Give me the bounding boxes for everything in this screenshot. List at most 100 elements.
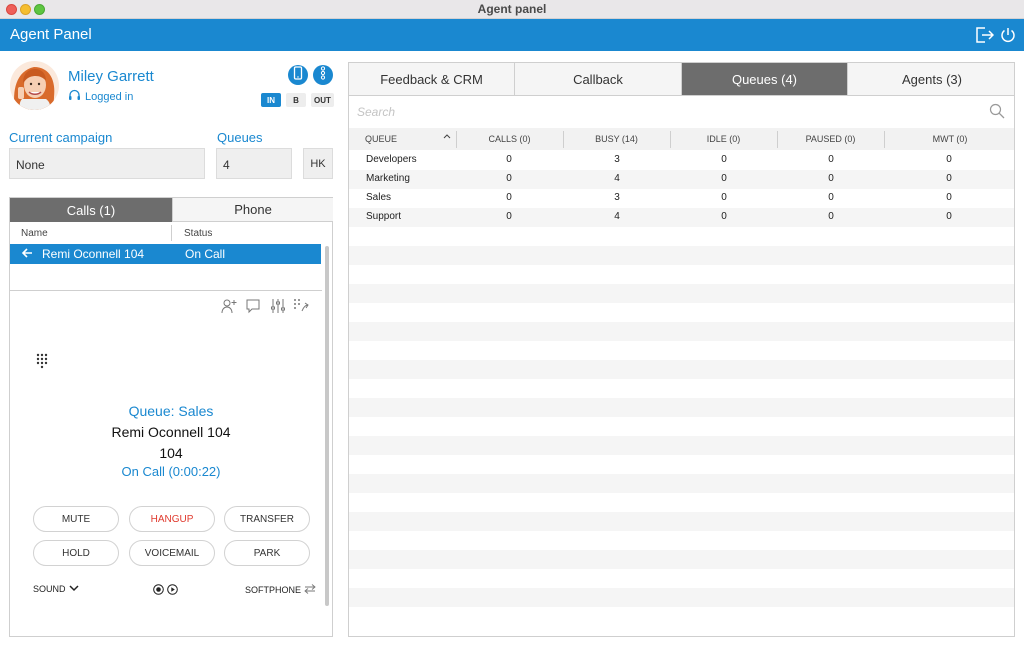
queue-name-cell: Developers bbox=[366, 154, 417, 165]
softphone-toggle[interactable]: SOFTPHONE bbox=[245, 584, 316, 596]
transfer-button[interactable]: TRANSFER bbox=[224, 506, 310, 532]
empty-table-row bbox=[349, 531, 1014, 550]
queue-value-cell: 3 bbox=[614, 154, 620, 165]
add-contact-icon[interactable] bbox=[221, 298, 237, 314]
empty-table-row bbox=[349, 455, 1014, 474]
queue-value-cell: 0 bbox=[946, 192, 952, 203]
phone-device-icon bbox=[293, 65, 303, 85]
app-header: Agent Panel bbox=[0, 19, 1024, 51]
mobile-device-button[interactable] bbox=[288, 65, 308, 85]
queue-value-cell: 0 bbox=[828, 173, 834, 184]
queue-table-header: QUEUE CALLS (0) BUSY (14) IDLE (0) PAUSE… bbox=[349, 128, 1014, 150]
column-header-name[interactable]: Name bbox=[21, 228, 48, 239]
hangup-button[interactable]: HANGUP bbox=[129, 506, 215, 532]
park-button[interactable]: PARK bbox=[224, 540, 310, 566]
empty-table-row bbox=[349, 341, 1014, 360]
tab-calls[interactable]: Calls (1) bbox=[10, 198, 172, 222]
header-queue[interactable]: QUEUE bbox=[365, 134, 397, 144]
queue-value-cell: 0 bbox=[506, 192, 512, 203]
tab-callback[interactable]: Callback bbox=[515, 63, 682, 96]
active-call-queue: Queue: Sales bbox=[128, 403, 214, 419]
header-mwt[interactable]: MWT (0) bbox=[884, 134, 1014, 144]
dialpad-transfer-icon[interactable] bbox=[293, 298, 309, 314]
queue-table-row[interactable]: Developers 0 3 0 0 0 bbox=[349, 151, 1014, 170]
empty-table-row bbox=[349, 588, 1014, 607]
queue-value-cell: 0 bbox=[828, 192, 834, 203]
sliders-icon[interactable] bbox=[270, 298, 286, 314]
record-icon[interactable] bbox=[153, 584, 164, 597]
queue-name-cell: Marketing bbox=[366, 173, 410, 184]
sound-dropdown[interactable]: SOUND bbox=[33, 584, 79, 594]
campaign-label: Current campaign bbox=[9, 130, 113, 145]
search-icon[interactable] bbox=[989, 103, 1005, 119]
header-paused[interactable]: PAUSED (0) bbox=[777, 134, 884, 144]
queue-value-cell: 0 bbox=[506, 173, 512, 184]
queue-value-cell: 0 bbox=[721, 173, 727, 184]
tab-agents[interactable]: Agents (3) bbox=[848, 63, 1014, 96]
queue-value-cell: 0 bbox=[946, 211, 952, 222]
mode-b-button[interactable]: B bbox=[286, 93, 306, 107]
queue-value-cell: 0 bbox=[506, 154, 512, 165]
empty-table-row bbox=[349, 398, 1014, 417]
hold-button[interactable]: HOLD bbox=[33, 540, 119, 566]
empty-table-row bbox=[349, 227, 1014, 246]
tab-queues[interactable]: Queues (4) bbox=[682, 63, 848, 96]
window-title: Agent panel bbox=[477, 2, 547, 16]
mute-button[interactable]: MUTE bbox=[33, 506, 119, 532]
recording-controls bbox=[153, 584, 178, 597]
window-titlebar: Agent panel bbox=[0, 0, 1024, 19]
queue-value-cell: 0 bbox=[721, 211, 727, 222]
keypad-icon[interactable] bbox=[36, 353, 48, 369]
queue-table-row[interactable]: Support 0 4 0 0 0 bbox=[349, 208, 1014, 227]
mode-out-button[interactable]: OUT bbox=[311, 93, 334, 107]
empty-table-row bbox=[349, 322, 1014, 341]
search-input[interactable] bbox=[357, 102, 977, 122]
queue-value-cell: 4 bbox=[614, 173, 620, 184]
tab-phone[interactable]: Phone bbox=[172, 198, 333, 222]
queues-field[interactable]: 4 bbox=[216, 148, 292, 179]
empty-table-row bbox=[349, 474, 1014, 493]
play-icon[interactable] bbox=[167, 584, 178, 597]
agent-name: Miley Garrett bbox=[68, 68, 154, 85]
avatar bbox=[10, 61, 59, 110]
queue-name-cell: Sales bbox=[366, 192, 392, 203]
agent-login-status: Logged in bbox=[68, 89, 133, 105]
empty-table-row bbox=[349, 607, 1014, 626]
call-row-name: Remi Oconnell 104 bbox=[42, 247, 145, 261]
sound-label: SOUND bbox=[33, 584, 66, 594]
header-busy[interactable]: BUSY (14) bbox=[563, 134, 670, 144]
sort-asc-icon[interactable] bbox=[443, 132, 451, 142]
more-options-button[interactable] bbox=[313, 65, 333, 85]
hk-button[interactable]: HK bbox=[303, 148, 333, 179]
logout-icon[interactable] bbox=[974, 25, 994, 45]
active-call-caller: Remi Oconnell 104 bbox=[111, 424, 231, 440]
header-idle[interactable]: IDLE (0) bbox=[670, 134, 777, 144]
queue-value-cell: 0 bbox=[721, 154, 727, 165]
queues-panel: Feedback & CRM Callback Queues (4) Agent… bbox=[348, 62, 1015, 637]
header-calls[interactable]: CALLS (0) bbox=[456, 134, 563, 144]
headset-icon bbox=[68, 89, 81, 105]
chat-icon[interactable] bbox=[245, 298, 261, 314]
swap-arrows-icon bbox=[304, 584, 316, 596]
tab-feedback-crm[interactable]: Feedback & CRM bbox=[349, 63, 515, 96]
mode-in-button[interactable]: IN bbox=[261, 93, 281, 107]
queue-value-cell: 0 bbox=[828, 154, 834, 165]
empty-table-row bbox=[349, 512, 1014, 531]
power-icon[interactable] bbox=[998, 25, 1018, 45]
column-header-status[interactable]: Status bbox=[184, 228, 212, 239]
queue-value-cell: 0 bbox=[828, 211, 834, 222]
campaign-field[interactable]: None bbox=[9, 148, 205, 179]
call-row[interactable]: Remi Oconnell 104 On Call bbox=[10, 244, 321, 264]
empty-table-row bbox=[349, 493, 1014, 512]
empty-table-row bbox=[349, 550, 1014, 569]
empty-table-row bbox=[349, 436, 1014, 455]
empty-table-row bbox=[349, 569, 1014, 588]
voicemail-button[interactable]: VOICEMAIL bbox=[129, 540, 215, 566]
queue-table-row[interactable]: Sales 0 3 0 0 0 bbox=[349, 189, 1014, 208]
queue-value-cell: 0 bbox=[946, 154, 952, 165]
agent-status-text: Logged in bbox=[85, 91, 134, 103]
calls-panel: Calls (1) Phone Name Status Remi Oconnel… bbox=[9, 197, 333, 637]
call-row-status: On Call bbox=[185, 247, 226, 261]
empty-table-row bbox=[349, 303, 1014, 322]
queue-table-row[interactable]: Marketing 0 4 0 0 0 bbox=[349, 170, 1014, 189]
